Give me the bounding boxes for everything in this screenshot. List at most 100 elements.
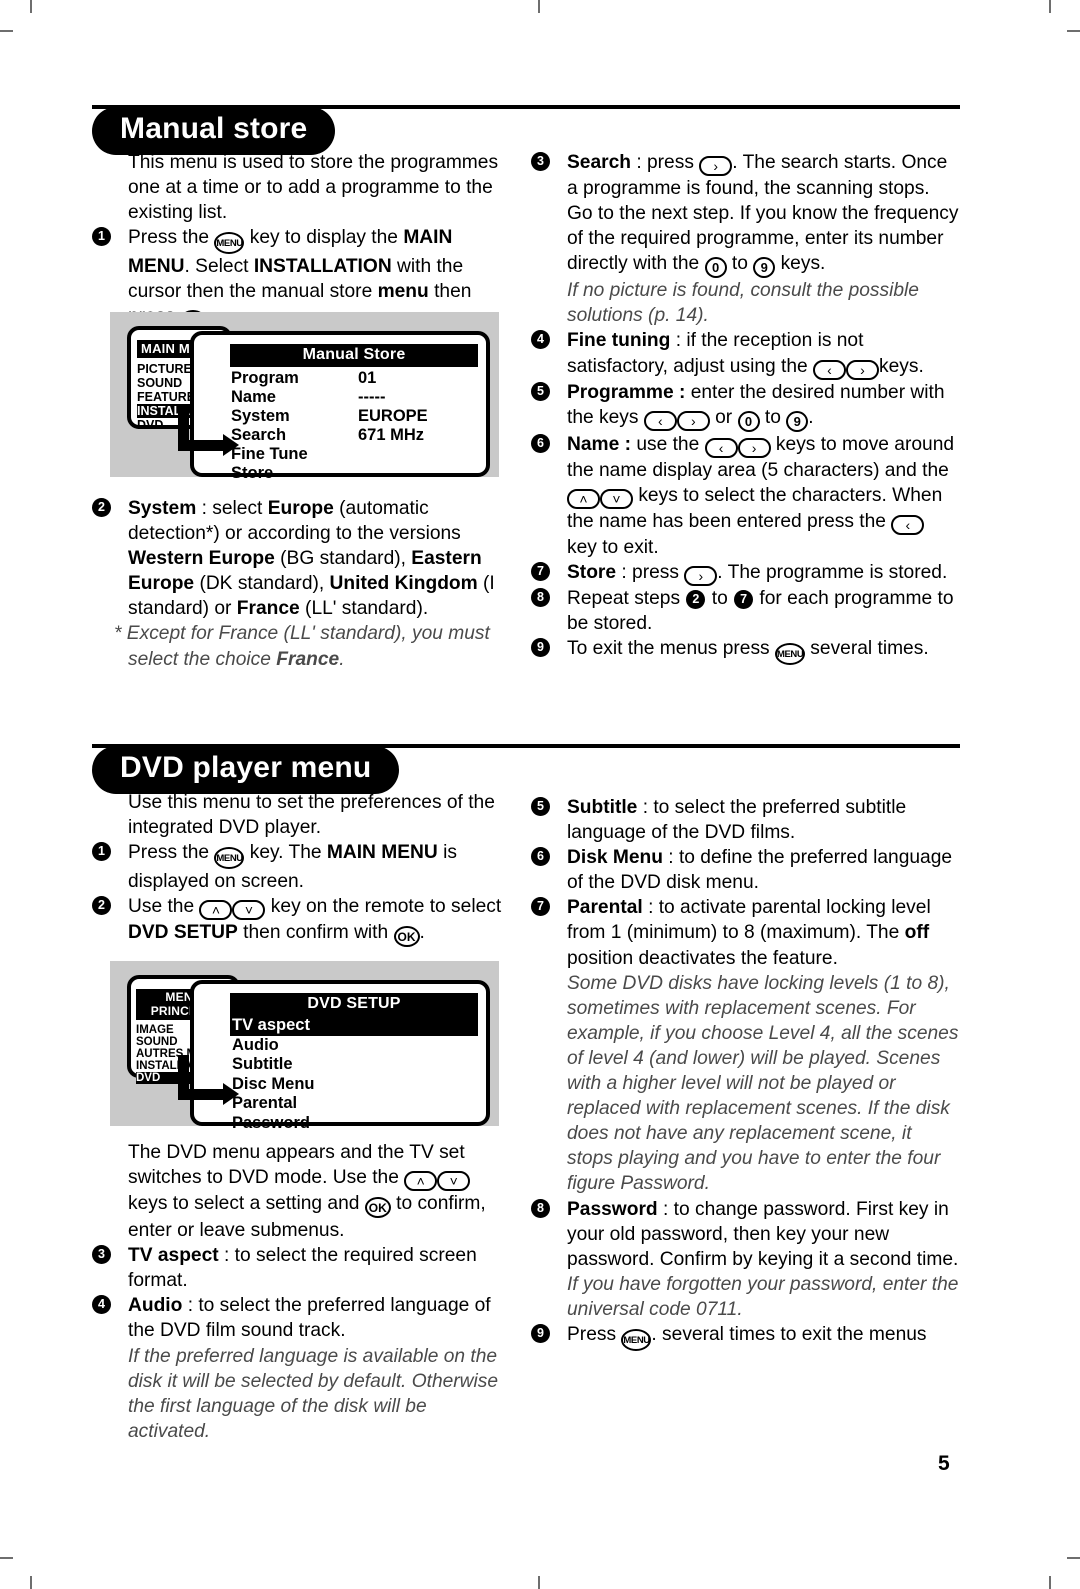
bold-text: Store	[567, 561, 617, 583]
osd-row-system-label: System	[231, 407, 290, 425]
dvd-step-6: 6 Disk Menu : to define the preferred la…	[531, 845, 959, 895]
step-reference-2: 2	[686, 589, 706, 609]
osd-diagram-dvd-setup: MENU PRINCIPAL IMAGE SOUND AUTRES MENUS …	[110, 961, 499, 1132]
dvd-step-5-text: Subtitle : to select the preferred subti…	[567, 797, 907, 844]
manual-page: Manual store This menu is used to store …	[0, 0, 1080, 1589]
bold-text: DVD SETUP	[128, 922, 238, 944]
step-8-text: Repeat steps 2 to 7 for each programme t…	[567, 587, 954, 634]
bold-text: off	[904, 922, 930, 944]
bold-text: TV aspect	[128, 1245, 219, 1267]
bold-text: Parental	[567, 897, 643, 919]
osd-row-search: Search 671 MHz	[231, 426, 486, 445]
step-bullet-3: 3	[531, 152, 550, 171]
bold-text: Western Europe	[128, 548, 275, 570]
osd-row-system-value: EUROPE	[358, 407, 428, 425]
dvd-step-8-note: If you have forgotten your password, ent…	[567, 1273, 959, 1320]
dvd-step-6-text: Disk Menu : to define the preferred lang…	[567, 847, 953, 894]
right-arrow-key-icon: ›	[699, 156, 733, 176]
bold-text: Programme :	[567, 381, 686, 403]
osd-row-store: Store	[231, 464, 486, 483]
manual-store-step-3-note: If no picture is found, consult the poss…	[567, 280, 919, 327]
dvd-step-bullet-7: 7	[531, 897, 550, 917]
dvd-step-bullet-8: 8	[531, 1198, 550, 1218]
left-arrow-key-right-arrow-key-pair: ‹ ›	[813, 356, 880, 380]
left-arrow-key-right-arrow-key-pair: ‹ ›	[704, 434, 771, 458]
bold-text: INSTALLATION	[253, 256, 392, 278]
step-bullet-1: 1	[92, 227, 111, 247]
osd-row-name-value: -----	[358, 388, 386, 406]
bold-text: Audio	[128, 1295, 183, 1317]
dvd-step-9-text: Press MENU. several times to exit the me…	[567, 1324, 927, 1351]
bold-text: Search	[567, 152, 631, 173]
number-key-9-icon: 9	[753, 257, 776, 279]
crop-mark-bottom-center	[538, 1576, 540, 1589]
dvd-step-2-text: Use the ˄ ˅ key on the remote to select D…	[128, 896, 501, 948]
up-arrow-key: ˄	[199, 900, 233, 921]
crop-mark-top-left-vertical	[30, 0, 32, 13]
osd-row-program-label: Program	[231, 369, 299, 387]
dvd-step-7: 7 Parental : to activate parental lockin…	[531, 895, 959, 970]
osd-row-store-label: Store	[231, 464, 274, 482]
manual-store-left-column-2: 2 System : select Europe (automatic dete…	[92, 496, 512, 672]
dvd-step-8: 8 Password : to change password. First k…	[531, 1197, 959, 1272]
menu-key-icon: MENU	[774, 643, 805, 666]
dvd-step-bullet-9: 9	[531, 1323, 550, 1343]
osd-row-name: Name -----	[231, 388, 486, 407]
left-arrow-key: ‹	[643, 410, 677, 431]
bold-text: Password	[567, 1198, 658, 1220]
dvd-step-3-text: TV aspect : to select the required scree…	[128, 1245, 477, 1292]
menu-key-icon: MENU	[621, 1328, 652, 1351]
crop-mark-bottom-left-horizontal	[0, 1557, 13, 1559]
bold-text: Fine tuning	[567, 330, 671, 352]
bold-text: France	[236, 598, 300, 620]
heading-title-manual-store: Manual store	[92, 107, 336, 155]
manual-store-step-8: 8 Repeat steps 2 to 7 for each programme…	[531, 586, 959, 636]
step-6-text: Name : use the ‹ › keys to move around th…	[567, 433, 955, 558]
step-7-text: Store : press ›. The programme is stored…	[567, 561, 948, 586]
dvd-step-bullet-1: 1	[92, 842, 111, 862]
dvd-step-bullet-3: 3	[92, 1245, 111, 1265]
bold-text: United Kingdom	[329, 573, 478, 595]
dvd-step-4-note: If the preferred language is available o…	[128, 1345, 499, 1442]
ok-key-icon: OK	[393, 926, 420, 948]
bold-text: menu	[377, 281, 429, 303]
dvd-left-column: Use this menu to set the preferences of …	[92, 790, 512, 948]
crop-mark-bottom-right-vertical	[1049, 1576, 1051, 1589]
number-key-0-icon: 0	[737, 410, 760, 432]
up-arrow-key-down-arrow-key-pair: ˄ ˅	[199, 896, 266, 921]
step-bullet-9: 9	[531, 638, 550, 658]
osd-row-program-value: 01	[358, 369, 377, 387]
manual-store-right-column: 3 Search : press ›. The search starts. O…	[531, 150, 959, 666]
osd-dvd-item-audio: Audio	[232, 1035, 279, 1054]
dvd-step-4: 4 Audio : to select the preferred langua…	[92, 1293, 512, 1343]
manual-store-step-4: 4 Fine tuning : if the reception is not …	[531, 328, 959, 380]
bold-text: Subtitle	[567, 797, 638, 818]
dvd-right-column: 5 Subtitle : to select the preferred sub…	[531, 795, 959, 1351]
left-arrow-key-icon: ‹	[891, 514, 925, 535]
osd-dvd-item-password: Password	[232, 1113, 310, 1132]
osd-dvd-item-parental: Parental	[232, 1094, 298, 1112]
manual-store-step-5: 5 Programme : enter the desired number w…	[531, 380, 959, 432]
crop-mark-top-right-horizontal	[1067, 30, 1080, 32]
step-reference-7: 7	[734, 589, 754, 609]
down-arrow-key: ˅	[600, 488, 633, 509]
crop-mark-top-left-horizontal	[0, 30, 13, 32]
step-bullet-6: 6	[531, 433, 550, 453]
dvd-step-bullet-6: 6	[531, 847, 550, 867]
osd-row-search-label: Search	[231, 426, 287, 444]
osd-arrow-head-dvd	[223, 1083, 239, 1105]
step-bullet-4: 4	[531, 330, 550, 350]
manual-store-step-2: 2 System : select Europe (automatic dete…	[92, 496, 512, 621]
osd-arrow-head	[223, 434, 239, 456]
osd-row-name-label: Name	[231, 388, 276, 406]
manual-store-intro: This menu is used to store the programme…	[128, 152, 499, 224]
dvd-step-8-text: Password : to change password. First key…	[567, 1198, 959, 1270]
dvd-step-7-text: Parental : to activate parental locking …	[567, 897, 931, 969]
osd-submenu-title: Manual Store	[230, 344, 478, 367]
menu-key-icon: MENU	[214, 847, 245, 870]
dvd-step-4-text: Audio : to select the preferred language…	[128, 1295, 491, 1342]
up-arrow-key-down-arrow-key-pair: ˄ ˅	[567, 485, 633, 509]
down-arrow-key: ˅	[232, 900, 266, 921]
left-arrow-key: ‹	[704, 437, 738, 458]
osd-row-fine-tune: Fine Tune	[231, 445, 486, 464]
